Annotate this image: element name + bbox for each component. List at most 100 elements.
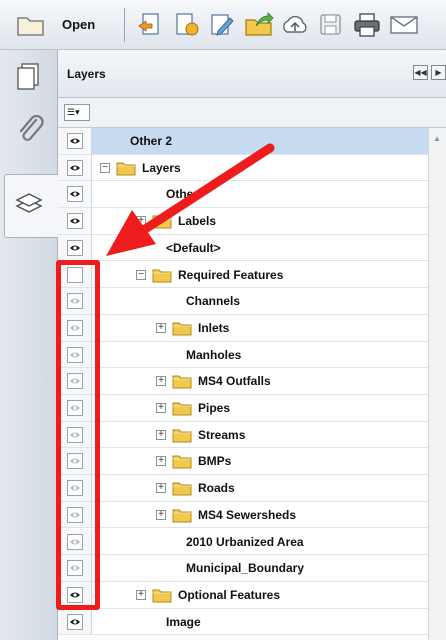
layer-label: Manholes <box>186 347 242 362</box>
export-icon[interactable] <box>136 12 166 38</box>
visibility-toggle[interactable] <box>67 239 83 256</box>
layer-cell[interactable]: + Streams <box>92 422 428 448</box>
layer-cell[interactable]: − Required Features <box>92 262 428 288</box>
panel-title: Layers <box>67 67 106 81</box>
save-icon[interactable] <box>316 12 346 38</box>
upload-icon[interactable] <box>280 12 310 38</box>
layer-label: MS4 Sewersheds <box>198 507 297 522</box>
expand-icon[interactable]: + <box>156 509 166 520</box>
attachments-icon[interactable] <box>10 110 48 148</box>
layer-cell[interactable]: + Optional Features <box>92 582 428 608</box>
layer-cell[interactable]: Channels <box>92 288 428 314</box>
visibility-cell[interactable] <box>58 608 92 635</box>
layer-row[interactable]: + Roads <box>58 475 428 502</box>
layers-icon[interactable] <box>10 186 48 224</box>
visibility-cell[interactable] <box>58 208 92 234</box>
layer-row[interactable]: + Optional Features <box>58 581 428 609</box>
layer-label: Other 2 <box>130 134 173 148</box>
panel-header: Layers ◀◀ ▶ <box>58 50 446 98</box>
expand-icon[interactable]: + <box>156 403 166 413</box>
expand-icon[interactable]: + <box>136 216 146 227</box>
layer-label: Municipal_Boundary <box>186 561 305 576</box>
visibility-cell[interactable] <box>58 181 92 208</box>
eye-icon <box>70 191 80 197</box>
collapse-left-icon[interactable]: ◀◀ <box>413 65 428 80</box>
layer-row[interactable]: − Layers <box>58 154 428 182</box>
folder-icon <box>172 455 192 469</box>
layer-row[interactable]: − Required Features <box>58 261 428 289</box>
layer-cell[interactable]: Other 2 <box>92 128 428 154</box>
visibility-cell[interactable] <box>58 128 92 154</box>
layer-row[interactable]: + Pipes <box>58 395 428 422</box>
expand-icon[interactable]: + <box>136 589 146 600</box>
visibility-toggle[interactable] <box>67 159 83 176</box>
layer-row[interactable]: <Default> <box>58 234 428 262</box>
layer-row[interactable]: Manholes <box>58 341 428 369</box>
expand-icon[interactable]: + <box>156 376 166 387</box>
layer-cell[interactable]: <Default> <box>92 235 428 261</box>
layer-cell[interactable]: Other <box>92 181 428 207</box>
layer-label: Labels <box>178 214 217 229</box>
layer-cell[interactable]: + Pipes <box>92 395 428 421</box>
navigation-pane <box>0 50 58 640</box>
expand-icon[interactable]: + <box>156 429 166 440</box>
expand-icon[interactable]: + <box>156 322 166 333</box>
eye-icon <box>70 138 80 144</box>
layer-cell[interactable]: − Layers <box>92 155 428 181</box>
folder-icon <box>172 429 192 443</box>
layer-cell[interactable]: Image <box>92 609 428 635</box>
visibility-toggle[interactable] <box>67 613 83 630</box>
visibility-toggle[interactable] <box>67 213 83 230</box>
visibility-toggle[interactable] <box>67 186 83 203</box>
layer-cell[interactable]: + Labels <box>92 208 428 234</box>
layer-row[interactable]: Image <box>58 608 428 636</box>
open-button[interactable]: Open <box>62 17 95 32</box>
layer-cell[interactable]: Manholes <box>92 342 428 368</box>
layer-label: MS4 Outfalls <box>198 374 271 389</box>
layer-cell[interactable]: + MS4 Sewersheds <box>92 502 428 528</box>
pages-icon[interactable] <box>10 58 48 96</box>
collapse-icon[interactable]: − <box>136 269 146 280</box>
layer-row[interactable]: + Labels <box>58 208 428 235</box>
layer-row[interactable]: 2010 Urbanized Area <box>58 528 428 556</box>
layer-label: Required Features <box>178 267 284 282</box>
scroll-up-icon[interactable]: ▲ <box>433 134 441 143</box>
visibility-cell[interactable] <box>58 234 92 261</box>
collapse-right-icon[interactable]: ▶ <box>431 65 446 80</box>
folder-icon <box>152 269 172 282</box>
layer-cell[interactable]: + BMPs <box>92 448 428 474</box>
layer-cell[interactable]: 2010 Urbanized Area <box>92 529 428 555</box>
layer-row[interactable]: Channels <box>58 288 428 315</box>
layer-row[interactable]: Other <box>58 181 428 209</box>
edit-icon[interactable] <box>208 12 238 38</box>
folder-icon <box>172 322 192 336</box>
visibility-toggle[interactable] <box>67 133 83 149</box>
layer-row[interactable]: + BMPs <box>58 448 428 476</box>
options-icon[interactable]: ☰▾ <box>64 104 90 121</box>
layer-cell[interactable]: + MS4 Outfalls <box>92 368 428 394</box>
folder-icon <box>152 589 172 603</box>
folder-icon <box>172 509 192 523</box>
folder-open-icon[interactable] <box>16 12 46 38</box>
layer-label: Image <box>166 614 201 629</box>
expand-icon[interactable]: + <box>156 483 166 494</box>
layer-row[interactable]: Municipal_Boundary <box>58 555 428 582</box>
layer-cell[interactable]: + Inlets <box>92 315 428 341</box>
layer-row[interactable]: + MS4 Outfalls <box>58 368 428 395</box>
collapse-icon[interactable]: − <box>100 162 110 173</box>
layer-cell[interactable]: + Roads <box>92 475 428 501</box>
share-icon[interactable] <box>244 12 274 38</box>
layer-row[interactable]: + MS4 Sewersheds <box>58 501 428 529</box>
visibility-cell[interactable] <box>58 154 92 181</box>
layer-row[interactable]: + Inlets <box>58 314 428 342</box>
email-icon[interactable] <box>388 12 418 38</box>
layer-row[interactable]: + Streams <box>58 421 428 449</box>
eye-icon <box>70 218 80 224</box>
layer-cell[interactable]: Municipal_Boundary <box>92 555 428 581</box>
create-icon[interactable] <box>172 12 202 38</box>
layer-row[interactable]: Other 2 <box>58 128 428 155</box>
expand-icon[interactable]: + <box>156 456 166 467</box>
scrollbar[interactable]: ▲ <box>428 128 446 640</box>
print-icon[interactable] <box>352 12 382 38</box>
layers-panel: Layers ◀◀ ▶ ☰▾ ▲ Other 2 − Layers Other + Lab… <box>58 50 446 640</box>
